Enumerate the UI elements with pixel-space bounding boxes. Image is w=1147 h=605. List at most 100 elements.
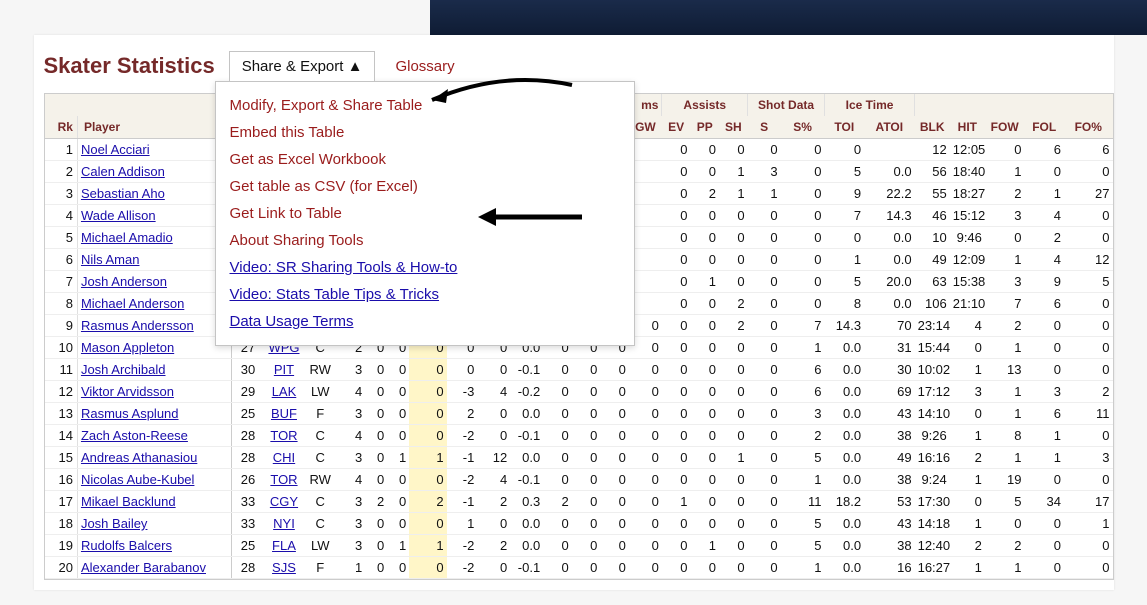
share-export-menu-item[interactable]: Modify, Export & Share Table [230, 92, 620, 119]
cell: 2 [365, 491, 387, 513]
page-container: Skater Statistics Share & Export ▲ Gloss… [34, 35, 1114, 590]
player-link[interactable]: Josh Archibald [81, 362, 166, 377]
cell: 0 [1024, 535, 1064, 557]
cell: 5 [781, 447, 825, 469]
cell: NYI [264, 513, 304, 535]
player-link[interactable]: Andreas Athanasiou [81, 450, 197, 465]
cell: 0 [781, 205, 825, 227]
cell: 0 [1024, 513, 1064, 535]
cell: 16:16 [915, 447, 950, 469]
column-header[interactable]: ATOI [864, 116, 915, 139]
cell: 5 [825, 271, 865, 293]
column-header[interactable]: BLK [915, 116, 950, 139]
player-link[interactable]: Nils Aman [81, 252, 140, 267]
player-link[interactable]: Michael Amadio [81, 230, 173, 245]
cell: 2 [45, 161, 78, 183]
cell: 0 [662, 513, 691, 535]
cell: 1 [387, 447, 409, 469]
player-link[interactable]: Noel Acciari [81, 142, 150, 157]
cell: CGY [264, 491, 304, 513]
team-link[interactable]: CGY [270, 494, 298, 509]
cell: 1 [825, 249, 865, 271]
cell: 30 [231, 359, 264, 381]
share-export-menu-item[interactable]: Embed this Table [230, 119, 620, 146]
cell: Rasmus Andersson [77, 315, 231, 337]
cell: 18:40 [950, 161, 985, 183]
cell: 0 [572, 359, 601, 381]
cell: 0 [1064, 535, 1113, 557]
share-export-menu-item[interactable]: Video: Stats Table Tips & Tricks [230, 281, 620, 308]
column-header[interactable]: Player [77, 116, 231, 139]
team-link[interactable]: TOR [270, 472, 297, 487]
player-link[interactable]: Mason Appleton [81, 340, 174, 355]
cell: 1 [985, 557, 1025, 579]
column-header[interactable]: PP [690, 116, 719, 139]
player-link[interactable]: Rasmus Andersson [81, 318, 194, 333]
column-header[interactable]: HIT [950, 116, 985, 139]
cell: 0 [543, 535, 572, 557]
cell: 2 [985, 535, 1025, 557]
glossary-link[interactable]: Glossary [389, 58, 454, 75]
column-header[interactable]: SH [719, 116, 748, 139]
share-export-menu-item[interactable]: Get table as CSV (for Excel) [230, 173, 620, 200]
player-link[interactable]: Josh Bailey [81, 516, 147, 531]
player-link[interactable]: Mikael Backlund [81, 494, 176, 509]
cell: 0 [748, 513, 781, 535]
cell: 0 [719, 425, 748, 447]
cell: 18 [45, 513, 78, 535]
column-header[interactable]: Rk [45, 116, 78, 139]
cell: 53 [864, 491, 915, 513]
cell: 0 [662, 535, 691, 557]
player-link[interactable]: Nicolas Aube-Kubel [81, 472, 194, 487]
player-link[interactable]: Wade Allison [81, 208, 156, 223]
share-export-button[interactable]: Share & Export ▲ [229, 51, 376, 81]
player-link[interactable]: Viktor Arvidsson [81, 384, 174, 399]
player-link[interactable]: Calen Addison [81, 164, 165, 179]
column-header[interactable]: S% [781, 116, 825, 139]
cell: 4 [477, 469, 510, 491]
cell: 0 [409, 403, 446, 425]
share-export-menu-item[interactable]: Get Link to Table [230, 200, 620, 227]
column-header[interactable]: FO% [1064, 116, 1113, 139]
player-link[interactable]: Rasmus Asplund [81, 406, 179, 421]
cell: F [304, 557, 337, 579]
cell: 0 [477, 513, 510, 535]
share-export-menu-item[interactable]: Data Usage Terms [230, 308, 620, 335]
player-link[interactable]: Josh Anderson [81, 274, 167, 289]
share-export-menu-item[interactable]: Video: SR Sharing Tools & How-to [230, 254, 620, 281]
player-link[interactable]: Alexander Barabanov [81, 560, 206, 575]
team-link[interactable]: SJS [272, 560, 296, 575]
cell: 0 [781, 139, 825, 161]
team-link[interactable]: NYI [273, 516, 295, 531]
team-link[interactable]: PIT [274, 362, 294, 377]
cell: 0 [1064, 425, 1113, 447]
team-link[interactable]: BUF [271, 406, 297, 421]
column-header[interactable]: S [748, 116, 781, 139]
cell: 0 [600, 403, 629, 425]
team-link[interactable]: FLA [272, 538, 296, 553]
cell: 1 [950, 469, 985, 491]
cell: 0 [1064, 469, 1113, 491]
cell: 0 [719, 337, 748, 359]
cell: 0 [748, 469, 781, 491]
cell: 0 [985, 139, 1025, 161]
player-link[interactable]: Zach Aston-Reese [81, 428, 188, 443]
team-link[interactable]: CHI [273, 450, 295, 465]
player-link[interactable]: Michael Anderson [81, 296, 184, 311]
cell: 14:18 [915, 513, 950, 535]
share-export-menu-item[interactable]: About Sharing Tools [230, 227, 620, 254]
column-header[interactable]: FOL [1024, 116, 1064, 139]
cell: 0 [690, 227, 719, 249]
cell: C [304, 425, 337, 447]
cell: 0 [365, 425, 387, 447]
share-export-menu-item[interactable]: Get as Excel Workbook [230, 146, 620, 173]
column-header[interactable]: FOW [985, 116, 1025, 139]
column-header[interactable]: TOI [825, 116, 865, 139]
player-link[interactable]: Sebastian Aho [81, 186, 165, 201]
player-link[interactable]: Rudolfs Balcers [81, 538, 172, 553]
column-header[interactable]: EV [662, 116, 691, 139]
cell: 34 [1024, 491, 1064, 513]
cell: 11 [1064, 403, 1113, 425]
team-link[interactable]: LAK [272, 384, 297, 399]
team-link[interactable]: TOR [270, 428, 297, 443]
